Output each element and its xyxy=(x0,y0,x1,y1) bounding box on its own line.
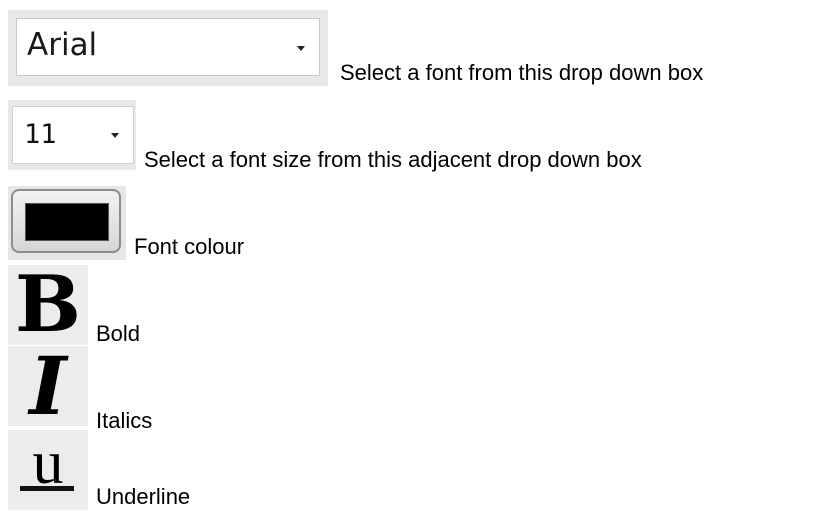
font-colour-button[interactable] xyxy=(8,186,126,260)
italic-button[interactable]: I xyxy=(8,346,88,426)
italic-icon: I xyxy=(29,346,67,426)
chevron-down-icon[interactable] xyxy=(297,46,305,51)
font-colour-caption: Font colour xyxy=(134,234,245,259)
underline-bar xyxy=(20,486,74,491)
font-size-field[interactable]: 11 xyxy=(12,106,134,164)
underline-button[interactable]: u xyxy=(8,430,88,510)
italic-caption: Italics xyxy=(96,408,153,433)
font-family-field[interactable]: Arial xyxy=(16,18,320,76)
font-size-dropdown[interactable]: 11 xyxy=(8,100,136,170)
font-colour-swatch xyxy=(25,203,109,241)
toolbar-help-sheet: Arial Select a font from this drop down … xyxy=(0,0,822,511)
bold-caption: Bold xyxy=(96,321,141,346)
font-family-caption: Select a font from this drop down box xyxy=(340,60,704,85)
font-size-caption: Select a font size from this adjacent dr… xyxy=(144,147,642,172)
font-family-dropdown[interactable]: Arial xyxy=(8,10,328,86)
font-size-value: 11 xyxy=(24,119,57,150)
underline-caption: Underline xyxy=(96,484,191,509)
font-colour-frame xyxy=(11,189,121,253)
bold-button[interactable]: B xyxy=(8,265,88,345)
underline-icon: u xyxy=(32,430,64,497)
font-family-value: Arial xyxy=(27,27,98,63)
chevron-down-icon[interactable] xyxy=(111,133,119,138)
bold-icon: B xyxy=(15,265,81,345)
